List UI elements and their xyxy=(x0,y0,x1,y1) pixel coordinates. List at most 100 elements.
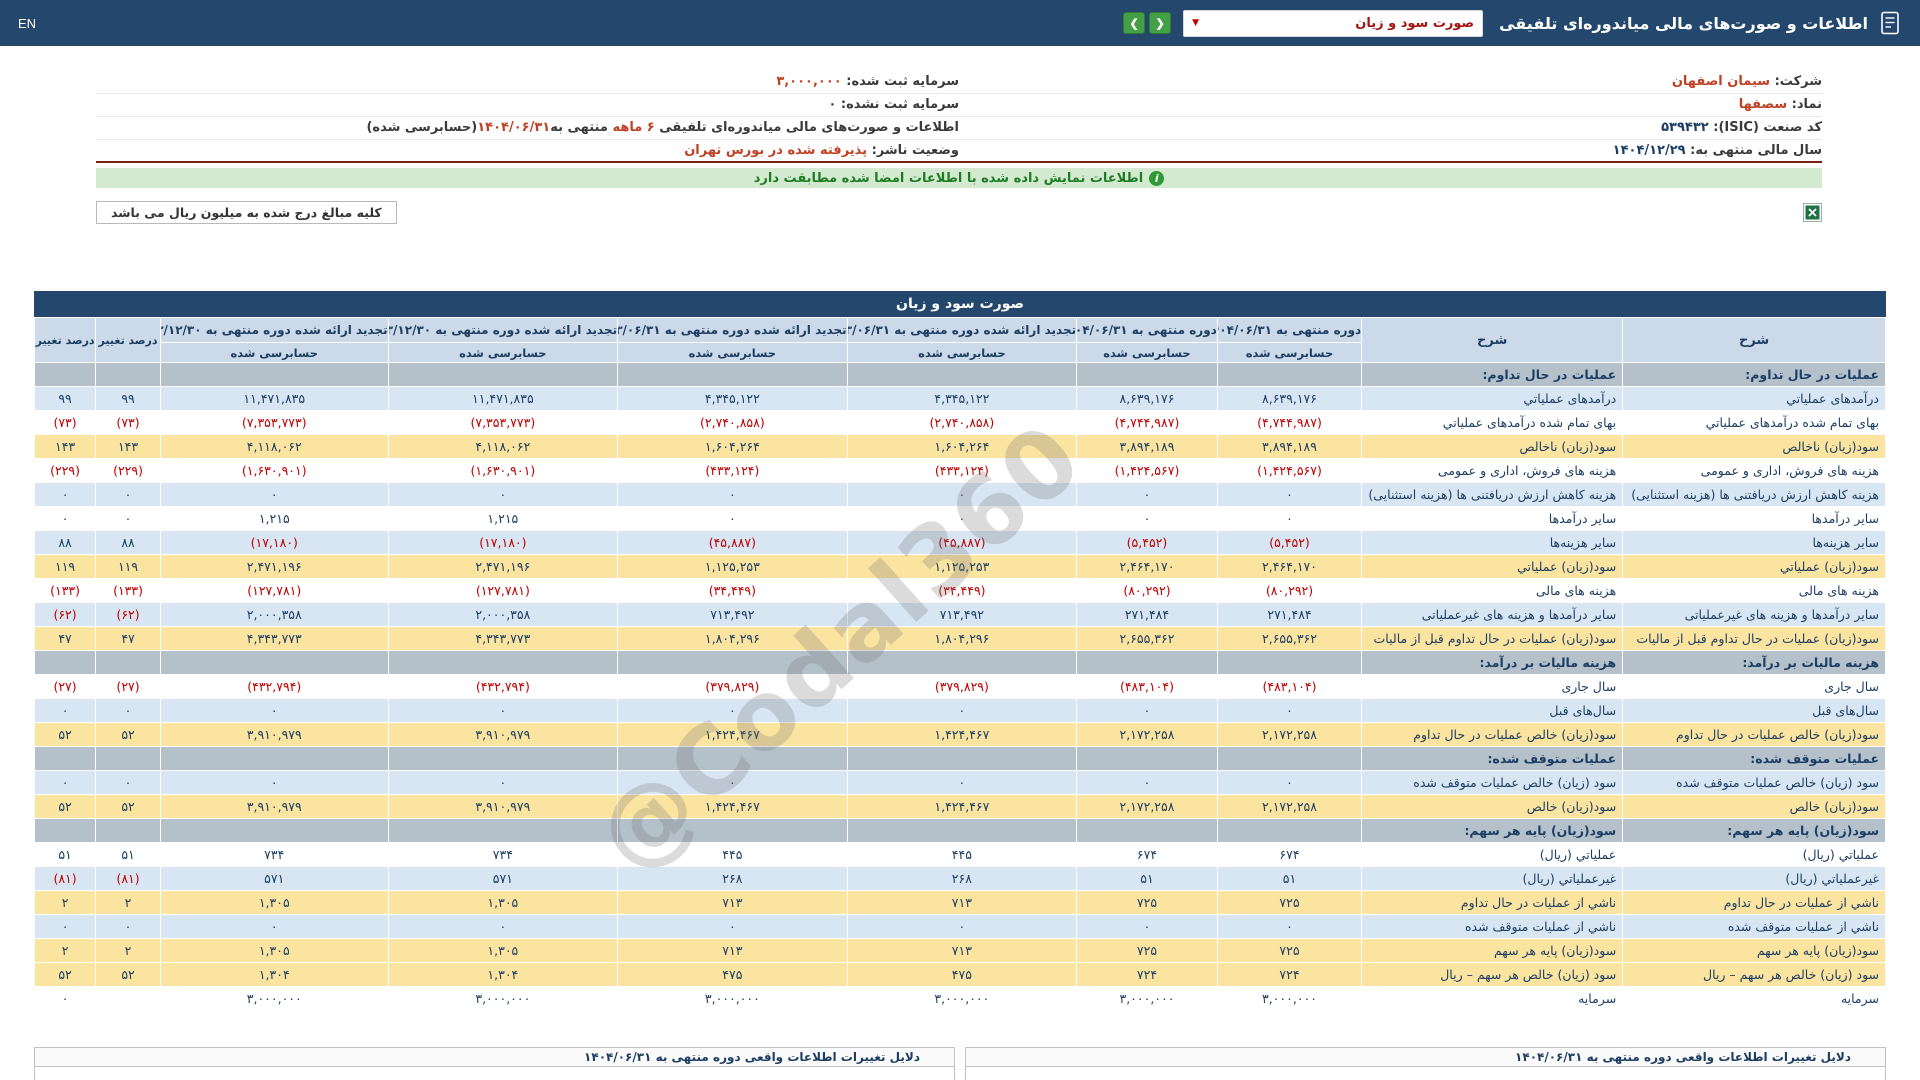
table-row: هزینه های فروش، اداری و عمومیهزینه های ف… xyxy=(35,459,1886,483)
cell-value: ۱,۸۰۴,۲۹۶ xyxy=(618,627,848,651)
info-value: سصفها xyxy=(1739,97,1787,112)
cell-value: ۵۲ xyxy=(35,723,96,747)
cell-value: ۰ xyxy=(847,915,1077,939)
cell-value: ۵۱ xyxy=(96,843,161,867)
cell-value xyxy=(1217,363,1361,387)
cell-value: ۱,۱۲۵,۲۵۳ xyxy=(847,555,1077,579)
page-title: اطلاعات و صورت‌های مالی میاندوره‌ای تلفی… xyxy=(1499,14,1868,33)
table-row: سرمایهسرمایه۳,۰۰۰,۰۰۰۳,۰۰۰,۰۰۰۳,۰۰۰,۰۰۰۳… xyxy=(35,987,1886,1011)
cell-value: (۱,۶۳۰,۹۰۱) xyxy=(388,459,618,483)
section-row: عملیات در حال تداوم:عملیات در حال تداوم: xyxy=(35,363,1886,387)
row-label: سال جاری xyxy=(1362,675,1623,699)
row-label: سود (زیان) خالص هر سهم – ریال xyxy=(1623,963,1886,987)
chevron-right-icon: ❮ xyxy=(1155,17,1164,30)
cell-value: ۰ xyxy=(35,915,96,939)
cell-value: ۶۷۴ xyxy=(1077,843,1218,867)
row-label: سود(زیان) پایه هر سهم xyxy=(1623,939,1886,963)
cell-value: ۲,۱۷۲,۲۵۸ xyxy=(1077,795,1218,819)
cell-value: ۰ xyxy=(35,507,96,531)
cell-value: ۰ xyxy=(35,771,96,795)
cell-value: ۳,۹۱۰,۹۷۹ xyxy=(160,723,388,747)
cell-value: (۸۰,۲۹۲) xyxy=(1077,579,1218,603)
cell-value: ۰ xyxy=(618,507,848,531)
chevron-left-icon: ❯ xyxy=(1129,17,1138,30)
cell-value xyxy=(96,819,161,843)
col-subheader-audited: حسابرسی شده xyxy=(1217,343,1361,363)
row-label: عملیات متوقف شده: xyxy=(1362,747,1623,771)
cell-value xyxy=(847,819,1077,843)
cell-value: (۲۷) xyxy=(35,675,96,699)
info-label: نماد: xyxy=(1787,97,1822,112)
cell-value xyxy=(35,651,96,675)
cell-value xyxy=(96,651,161,675)
row-label: سرمایه xyxy=(1623,987,1886,1011)
table-row: سود (زیان) خالص عملیات متوقف شدهسود (زیا… xyxy=(35,771,1886,795)
col-header-sharh: شرح xyxy=(1362,318,1623,363)
cell-value: ۰ xyxy=(96,507,161,531)
reason-table-empty-row xyxy=(34,1067,955,1080)
col-header-period-current: دوره منتهی به ۱۴۰۴/۰۶/۳۱ xyxy=(1077,318,1218,343)
info-cell-right: کد صنعت (ISIC): ۵۳۹۴۳۲ xyxy=(959,116,1822,139)
cell-value: (۲,۷۴۰,۸۵۸) xyxy=(847,411,1077,435)
row-label: درآمدهای عملیاتي xyxy=(1623,387,1886,411)
row-label: عملیاتي (ریال) xyxy=(1362,843,1623,867)
cell-value: ۱,۶۰۴,۲۶۴ xyxy=(618,435,848,459)
col-header-period-mid-prior: تجدید ارائه شده دوره منتهی به ۱۴۰۳/۰۶/۳۱ xyxy=(618,318,848,343)
cell-value: ۰ xyxy=(35,483,96,507)
col-subheader-audited: حسابرسی شده xyxy=(618,343,848,363)
table-row: سود(زیان) عملیاتيسود(زیان) عملیاتي۲,۴۶۴,… xyxy=(35,555,1886,579)
table-row: سود(زیان) پایه هر سهمسود(زیان) پایه هر س… xyxy=(35,939,1886,963)
chevron-down-icon: ▼ xyxy=(1192,18,1199,28)
cell-value: (۷,۳۵۳,۷۷۳) xyxy=(160,411,388,435)
cell-value: (۲۷) xyxy=(96,675,161,699)
cell-value: (۳۴,۴۴۹) xyxy=(618,579,848,603)
prev-announcement-button[interactable]: ❮ xyxy=(1149,12,1171,34)
report-icon xyxy=(1878,10,1902,36)
table-row: سال‌های قبلسال‌های قبل۰۰۰۰۰۰۰۰ xyxy=(35,699,1886,723)
cell-value: ۷۲۵ xyxy=(1217,939,1361,963)
info-label: شرکت: xyxy=(1770,74,1822,89)
cell-value xyxy=(847,363,1077,387)
table-row: سود(زیان) ناخالصسود(زیان) ناخالص۳,۸۹۴,۱۸… xyxy=(35,435,1886,459)
cell-value: ۰ xyxy=(1077,699,1218,723)
cell-value: ۰ xyxy=(1217,507,1361,531)
cell-value: ۲ xyxy=(96,939,161,963)
excel-export-icon[interactable] xyxy=(1803,203,1822,222)
lang-toggle[interactable]: EN xyxy=(18,16,36,31)
cell-value: ۲,۱۷۲,۲۵۸ xyxy=(1217,795,1361,819)
row-label: سود(زیان) خالص عملیات در حال تداوم xyxy=(1623,723,1886,747)
statement-select[interactable]: صورت سود و زیان ▼ xyxy=(1183,10,1483,37)
cell-value: (۷,۳۵۳,۷۷۳) xyxy=(388,411,618,435)
table-row: سود(زیان) خالص عملیات در حال تداومسود(زی… xyxy=(35,723,1886,747)
cell-value: (۴,۷۴۴,۹۸۷) xyxy=(1217,411,1361,435)
cell-value: ۷۱۳,۴۹۲ xyxy=(618,603,848,627)
cell-value: ۵۲ xyxy=(96,795,161,819)
cell-value: ۴,۱۱۸,۰۶۲ xyxy=(388,435,618,459)
next-announcement-button[interactable]: ❯ xyxy=(1123,12,1145,34)
cell-value: ۴۷۵ xyxy=(847,963,1077,987)
cell-value xyxy=(618,651,848,675)
cell-value xyxy=(96,363,161,387)
cell-value: (۱۷,۱۸۰) xyxy=(160,531,388,555)
row-label: غیرعملیاتي (ریال) xyxy=(1362,867,1623,891)
top-header: اطلاعات و صورت‌های مالی میاندوره‌ای تلفی… xyxy=(0,0,1920,46)
row-label: هزینه کاهش ارزش دریافتنی ها (هزینه استثن… xyxy=(1623,483,1886,507)
cell-value xyxy=(160,819,388,843)
cell-value: ۱۴۳ xyxy=(35,435,96,459)
cell-value: ۰ xyxy=(35,699,96,723)
cell-value: (۸۱) xyxy=(35,867,96,891)
cell-value: (۳۷۹,۸۲۹) xyxy=(618,675,848,699)
cell-value: (۱,۴۲۴,۵۶۷) xyxy=(1217,459,1361,483)
cell-value: ۰ xyxy=(1077,507,1218,531)
cell-value: ۵۲ xyxy=(96,963,161,987)
cell-value: ۰ xyxy=(96,915,161,939)
col-header-percent-change: درصد تغییر xyxy=(35,318,96,363)
cell-value: ۰ xyxy=(847,507,1077,531)
cell-value: (۳۷۹,۸۲۹) xyxy=(847,675,1077,699)
amounts-note-row: کلیه مبالغ درج شده به میلیون ریال می باش… xyxy=(96,199,1822,225)
section-row: هزینه مالیات بر درآمد:هزینه مالیات بر در… xyxy=(35,651,1886,675)
cell-value: ۴۷ xyxy=(96,627,161,651)
cell-value xyxy=(388,363,618,387)
cell-value: ۴,۳۴۳,۷۷۳ xyxy=(160,627,388,651)
cell-value: ۱,۳۰۴ xyxy=(160,963,388,987)
